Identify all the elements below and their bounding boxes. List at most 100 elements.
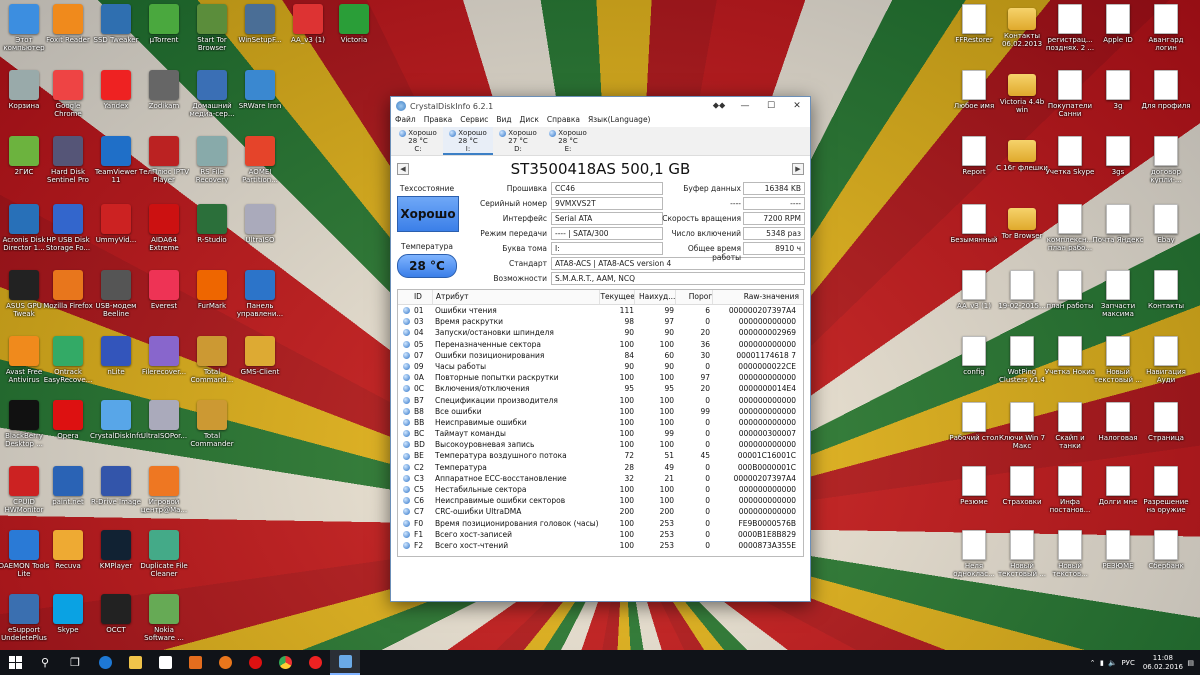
desktop-file-icon[interactable]: Безымянный (948, 204, 1000, 244)
desktop-icon[interactable]: Ontrack EasyRecove... (42, 336, 94, 384)
table-row[interactable]: BD Высокоуровневая запись 100 100 0 000000000… (398, 439, 803, 450)
crystaldiskinfo-task[interactable] (330, 650, 360, 675)
desktop-file-icon[interactable]: Почта Яндекс (1092, 204, 1144, 244)
desktop-file-icon[interactable]: WotPing Clusters v1.4 (996, 336, 1048, 384)
explorer-icon[interactable] (120, 650, 150, 675)
desktop-file-icon[interactable]: Разрешение на оружие (1140, 466, 1192, 514)
drive-tab[interactable]: Хорошо 27 °C D: (493, 127, 543, 155)
table-row[interactable]: C5 Нестабильные сектора 100 100 0 00000000000… (398, 484, 803, 495)
search-icon[interactable]: ⚲ (30, 650, 60, 675)
desktop-file-icon[interactable]: FFRestorer (948, 4, 1000, 44)
desktop-icon[interactable]: Filerecover... (138, 336, 190, 376)
desktop-icon[interactable]: AA_v3 (1) (282, 4, 334, 44)
desktop-icon[interactable]: WinSetupF... (234, 4, 286, 44)
raw-col-header[interactable]: Raw-значения (712, 290, 803, 304)
table-row[interactable]: F0 Время позиционирования головок (часы) 1… (398, 518, 803, 529)
volume-icon[interactable]: 🔈 (1108, 659, 1117, 667)
desktop-file-icon[interactable]: 3gs (1092, 136, 1144, 176)
desktop-icon[interactable]: HP USB Disk Storage Fo... (42, 204, 94, 252)
health-status-button[interactable]: Хорошо (397, 196, 459, 232)
desktop-file-icon[interactable]: 3g (1092, 70, 1144, 110)
id-col-header[interactable]: ID (414, 290, 432, 304)
desktop-file-icon[interactable]: Tor Browser (996, 204, 1048, 240)
desktop-icon[interactable]: Everest (138, 270, 190, 310)
desktop-file-icon[interactable]: Покупатели Санни (1044, 70, 1096, 118)
desktop-file-icon[interactable]: Новый текстовый ... (996, 530, 1048, 578)
table-row[interactable]: BB Неисправимые ошибки 100 100 0 000000000000 (398, 417, 803, 428)
desktop-icon[interactable]: Total Command... (186, 336, 238, 384)
menu-item[interactable]: Вид (496, 115, 511, 127)
table-row[interactable]: 0C Включения/отключения 95 95 20 0000000014E4 (398, 383, 803, 394)
desktop-file-icon[interactable]: Долги мне (1092, 466, 1144, 506)
table-row[interactable]: 07 Ошибки позиционирования 84 60 30 000011746… (398, 350, 803, 361)
desktop-file-icon[interactable]: config (948, 336, 1000, 376)
desktop-file-icon[interactable]: 19-02-2015... (996, 270, 1048, 310)
table-row[interactable]: 09 Часы работы 90 90 0 0000000022CE (398, 361, 803, 372)
table-row[interactable]: C3 Аппаратное ECC-восстановление 32 21 0 0000… (398, 473, 803, 484)
desktop-icon[interactable]: Duplicate File Cleaner (138, 530, 190, 578)
desktop-icon[interactable]: Foxit Reader (42, 4, 94, 44)
desktop-icon[interactable]: AIDA64 Extreme (138, 204, 190, 252)
desktop-icon[interactable]: Hard Disk Sentinel Pro (42, 136, 94, 184)
desktop-icon[interactable]: Victoria (328, 4, 380, 44)
desktop-file-icon[interactable]: регистрац... позднях. 2 ... (1044, 4, 1096, 52)
desktop-icon[interactable]: Yandex (90, 70, 142, 110)
desktop-icon[interactable]: Skype (42, 594, 94, 634)
menu-item[interactable]: Справка (547, 115, 580, 127)
desktop-icon[interactable]: Recuva (42, 530, 94, 570)
table-row[interactable]: BE Температура воздушного потока 72 51 45 000… (398, 450, 803, 461)
table-row[interactable]: 03 Время раскрутки 98 97 0 000000000000 (398, 316, 803, 327)
desktop-file-icon[interactable]: РЕЗЮМЕ (1092, 530, 1144, 570)
desktop-file-icon[interactable]: Резюме (948, 466, 1000, 506)
start-button[interactable] (0, 650, 30, 675)
drive-tab[interactable]: Хорошо 28 °C I: (443, 127, 493, 155)
extra-icon[interactable]: ⬥⬥ (706, 101, 732, 111)
desktop-icon[interactable]: KMPlayer (90, 530, 142, 570)
table-row[interactable]: C2 Температура 28 49 0 000B0000001C (398, 462, 803, 473)
desktop-file-icon[interactable]: Новый текстовый ... (1092, 336, 1144, 384)
desktop-icon[interactable]: TeamViewer 11 (90, 136, 142, 184)
desktop-icon[interactable]: Total Commander (186, 400, 238, 448)
desktop-file-icon[interactable]: Любое имя (948, 70, 1000, 110)
notifications-icon[interactable]: ▤ (1187, 659, 1194, 667)
desktop-icon[interactable]: paint.net (42, 466, 94, 506)
desktop-icon[interactable]: ТелПлюс IPTV Player (138, 136, 190, 184)
desktop-icon[interactable]: CrystalDiskInfo (90, 400, 142, 440)
desktop-icon[interactable]: Домашний медиа-сер... (186, 70, 238, 118)
desktop-file-icon[interactable]: Учетка Skype (1044, 136, 1096, 176)
desktop-icon[interactable]: AOMEI Partition... (234, 136, 286, 184)
desktop-icon[interactable]: Nokia Software ... (138, 594, 190, 642)
desktop-file-icon[interactable]: Report (948, 136, 1000, 176)
desktop-icon[interactable]: SSD Tweaker (90, 4, 142, 44)
desktop-icon[interactable]: GMS-Client (234, 336, 286, 376)
current-col-header[interactable]: Текущее (599, 290, 635, 304)
desktop-icon[interactable]: Start Tor Browser (186, 4, 238, 52)
desktop-file-icon[interactable]: план работы (1044, 270, 1096, 310)
media-player-icon[interactable] (180, 650, 210, 675)
title-bar[interactable]: CrystalDiskInfo 6.2.1 ⬥⬥ — ☐ ✕ (391, 97, 810, 115)
edge-icon[interactable] (90, 650, 120, 675)
table-row[interactable]: 04 Запуски/остановки шпинделя 90 90 20 000000… (398, 327, 803, 338)
table-row[interactable]: 01 Ошибки чтения 111 99 6 000000207397A4 (398, 305, 803, 316)
desktop-icon[interactable]: Игровой центр@Ma... (138, 466, 190, 514)
desktop-file-icon[interactable]: Навигация Ауди (1140, 336, 1192, 384)
desktop-file-icon[interactable]: Для профиля (1140, 70, 1192, 110)
desktop-file-icon[interactable]: Ключи Win 7 Макс (996, 402, 1048, 450)
desktop-file-icon[interactable]: Apple ID (1092, 4, 1144, 44)
threshold-col-header[interactable]: Порог (675, 290, 712, 304)
worst-col-header[interactable]: Наихуд... (634, 290, 675, 304)
desktop-file-icon[interactable]: Налоговая (1092, 402, 1144, 442)
tray-up-icon[interactable]: ⌃ (1090, 659, 1096, 667)
desktop-icon[interactable]: RS File Recovery (186, 136, 238, 184)
desktop-icon[interactable]: FurMark (186, 270, 238, 310)
table-row[interactable]: BC Таймаут команды 100 99 0 000000300007 (398, 428, 803, 439)
table-row[interactable]: C6 Неисправимые ошибки секторов 100 100 0 000… (398, 495, 803, 506)
desktop-icon[interactable]: UmmyVid... (90, 204, 142, 244)
prev-disk-button[interactable]: ◀ (397, 163, 409, 175)
desktop-icon[interactable]: R-Drive Image (90, 466, 142, 506)
temperature-value[interactable]: 28 °C (397, 254, 457, 278)
firefox-icon[interactable] (210, 650, 240, 675)
desktop-file-icon[interactable]: Скайп и танки (1044, 402, 1096, 450)
desktop-file-icon[interactable]: Учетка Нокиа (1044, 336, 1096, 376)
desktop-file-icon[interactable]: Страница (1140, 402, 1192, 442)
